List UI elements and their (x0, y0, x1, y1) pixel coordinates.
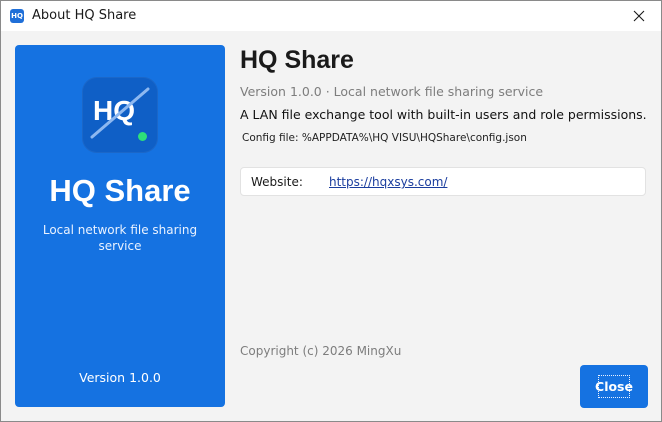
logo-slash-icon (90, 87, 150, 139)
about-dialog: HQ About HQ Share HQ HQ Share Local netw… (0, 0, 662, 422)
app-icon: HQ (10, 9, 24, 23)
config-file-path: Config file: %APPDATA%\HQ VISU\HQShare\c… (242, 132, 527, 144)
brand-version: Version 1.0.0 (79, 370, 161, 385)
website-link[interactable]: https://hqxsys.com/ (329, 175, 447, 189)
product-title: HQ Share (240, 46, 354, 74)
website-label: Website: (251, 175, 303, 189)
app-icon-text: HQ (11, 11, 23, 20)
brand-name: HQ Share (49, 173, 191, 208)
brand-logo: HQ (82, 77, 158, 153)
window-title: About HQ Share (32, 8, 137, 23)
close-button[interactable]: Close (580, 365, 648, 408)
title-bar: HQ About HQ Share (1, 1, 661, 31)
logo-status-dot (138, 132, 147, 141)
website-row: Website: https://hqxsys.com/ (240, 167, 646, 196)
close-button-label: Close (595, 379, 633, 394)
copyright-text: Copyright (c) 2026 MingXu (240, 344, 402, 358)
brand-subtitle: Local network file sharing service (42, 223, 198, 253)
window-close-button[interactable] (617, 1, 661, 31)
version-line: Version 1.0.0 · Local network file shari… (240, 84, 544, 99)
description: A LAN file exchange tool with built-in u… (240, 107, 647, 122)
brand-panel: HQ HQ Share Local network file sharing s… (15, 45, 225, 407)
close-icon (633, 10, 645, 22)
